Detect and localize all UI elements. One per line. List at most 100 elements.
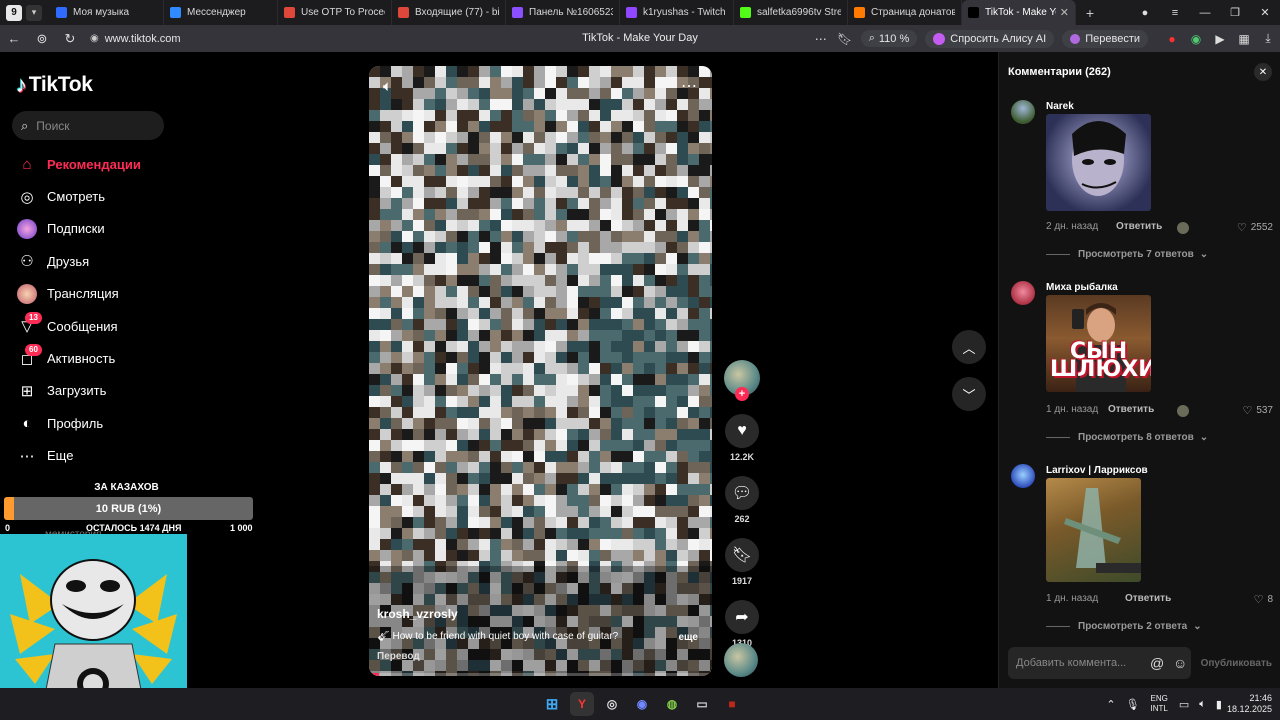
browser-tab[interactable]: Входящие (77) - bigp [392,0,506,25]
tiktok-logo[interactable]: ♪ TikTok [16,72,93,98]
close-tab-icon[interactable]: ✕ [1056,6,1069,19]
more-icon[interactable]: ⋯ [809,32,833,46]
dota-icon[interactable]: ■ [720,692,744,716]
save-action[interactable]: 🔖︎ 1917 [722,538,762,586]
alice-button[interactable]: Спросить Алису AI [925,29,1055,48]
video-more-link[interactable]: еще [678,632,698,643]
network-icon[interactable]: ▭ [1179,698,1189,711]
close-window-button[interactable]: ✕ [1250,6,1280,19]
language-indicator[interactable]: ENG INTL [1151,694,1168,714]
share-icon[interactable]: ➦ [725,600,759,634]
comment-like-button[interactable]: ♡ 537 [1242,404,1273,417]
microphone-icon[interactable]: 🎙︎ [1126,698,1140,711]
previous-video-button[interactable]: ︿ [952,330,986,364]
extension-icon[interactable]: ◉ [1184,32,1208,46]
comment-image[interactable]: СЫН ШЛЮХИ [1046,295,1151,392]
browser-tab[interactable]: Мессенджер [164,0,278,25]
terminal-icon[interactable]: ▭ [690,692,714,716]
browser-tab[interactable]: k1ryushas - Twitch [620,0,734,25]
view-replies-button[interactable]: Просмотреть 8 ответов ⌄ [1046,432,1208,443]
search-input[interactable]: ⌕ Поиск [12,111,164,140]
shield-icon[interactable]: ⊚ [28,31,56,47]
obs-icon[interactable]: ◎ [600,692,624,716]
browser-tab[interactable]: TikTok - Make Your✕ [962,0,1076,25]
close-icon[interactable]: ✕ [1254,63,1272,81]
volume-icon[interactable]: 🔈︎ [383,78,392,95]
comment-author[interactable]: Миха рыбалка [1046,282,1118,293]
publish-button[interactable]: Опубликовать [1201,658,1272,669]
yandex-browser-icon[interactable]: Y [570,692,594,716]
reload-icon[interactable]: ↻ [56,31,84,47]
record-icon[interactable]: ● [1160,32,1184,46]
browser-tab[interactable]: salfetka6996tv Strea [734,0,848,25]
browser-tab[interactable]: Страница донатов [848,0,962,25]
comment-like-button[interactable]: ♡ 8 [1254,593,1273,606]
sidebar-item[interactable]: Трансляция [16,278,216,310]
sidebar-item[interactable]: ⚇ Друзья [16,245,216,277]
site-info-icon[interactable]: ◉ [90,33,99,44]
comment-image[interactable] [1046,114,1151,211]
video-author[interactable]: krosh_vzrosly [377,607,458,621]
comment-author[interactable]: Narek [1046,101,1074,112]
zoom-indicator[interactable]: ⌕ 110 % [860,30,918,47]
video-progress-bar[interactable] [369,673,712,676]
reply-button[interactable]: Ответить [1108,404,1154,415]
discord-icon[interactable]: ◉ [630,692,654,716]
media-icon[interactable]: ▶ [1208,32,1232,46]
new-tab-button[interactable]: + [1080,5,1100,21]
comment-input[interactable]: Добавить коммента... @ ☺ [1008,647,1191,679]
emoji-icon[interactable]: ☺ [1173,655,1187,671]
sidebar-item[interactable]: ◐ Профиль [16,407,216,439]
video-player[interactable]: 🔈︎ ⋯ krosh_vzrosly 🎸︎ How to be friend w… [369,66,712,676]
sidebar-item[interactable]: ◎ Смотреть [16,180,216,212]
comment-author[interactable]: Larrixov | Ларриксов [1046,465,1148,476]
browser-tab[interactable]: Моя музыка [50,0,164,25]
sidebar-item[interactable]: ▽ 13 Сообщения [16,310,216,342]
minimize-button[interactable]: — [1190,7,1220,19]
comment-image[interactable] [1046,478,1141,582]
bookmark-icon[interactable]: 🔖︎ [725,538,759,572]
maximize-button[interactable]: ❐ [1220,6,1250,19]
share-action[interactable]: ➦ 1310 [722,600,762,648]
creator-avatar[interactable]: + [724,360,760,401]
sidebar-item[interactable]: Подписки [16,213,216,245]
follow-plus-icon[interactable]: + [735,387,749,401]
sound-avatar[interactable] [724,643,758,677]
menu-icon[interactable]: ≡ [1160,7,1190,19]
reply-button[interactable]: Ответить [1116,221,1162,232]
url-field[interactable]: ◉ www.tiktok.com [90,33,181,45]
browser-tab[interactable]: Панель №1606523 | [506,0,620,25]
browser-tab[interactable]: Use OTP To Proceed [278,0,392,25]
heart-icon[interactable]: ♥ [725,414,759,448]
sidebar-item[interactable]: ⌂ Рекомендации [16,148,216,180]
xbox-icon[interactable]: ◍ [660,692,684,716]
back-icon[interactable]: ← [0,31,28,46]
comment-like-button[interactable]: ♡ 2552 [1237,221,1273,234]
battery-icon[interactable]: ▮ [1216,698,1222,711]
avatar[interactable] [1011,281,1035,305]
view-replies-button[interactable]: Просмотреть 7 ответов ⌄ [1046,249,1208,260]
clock[interactable]: 21:46 18.12.2025 [1227,693,1272,715]
bookmark-icon[interactable]: 🔖︎ [833,32,857,46]
avatar[interactable] [1011,464,1035,488]
tray-expand-icon[interactable]: ⌃ [1106,698,1115,711]
mention-icon[interactable]: @ [1150,655,1164,671]
downloads-icon[interactable]: ⤓ [1256,31,1280,46]
volume-icon[interactable]: 🔈︎ [1199,698,1206,711]
video-options-icon[interactable]: ⋯ [681,76,698,96]
reply-button[interactable]: Ответить [1125,593,1171,604]
translate-button[interactable]: Перевести [1062,29,1148,48]
comment-action[interactable]: 💬︎ 262 [722,476,762,524]
avatar[interactable] [1011,100,1035,124]
sidebar-item[interactable]: ⊞ Загрузить [16,375,216,407]
view-replies-button[interactable]: Просмотреть 2 ответа ⌄ [1046,621,1202,632]
profile-icon[interactable]: ● [1130,7,1160,19]
sidebar-item[interactable]: ⋯ Еще [16,440,216,472]
collections-icon[interactable]: ▦ [1232,32,1256,46]
tab-counter[interactable]: 9 [6,4,22,21]
sidebar-item[interactable]: ◻ 60 Активность [16,342,216,374]
comment-icon[interactable]: 💬︎ [725,476,759,510]
like-action[interactable]: ♥ 12.2K [722,414,762,462]
next-video-button[interactable]: ﹀ [952,377,986,411]
chevron-down-icon[interactable]: ▾ [26,4,42,21]
